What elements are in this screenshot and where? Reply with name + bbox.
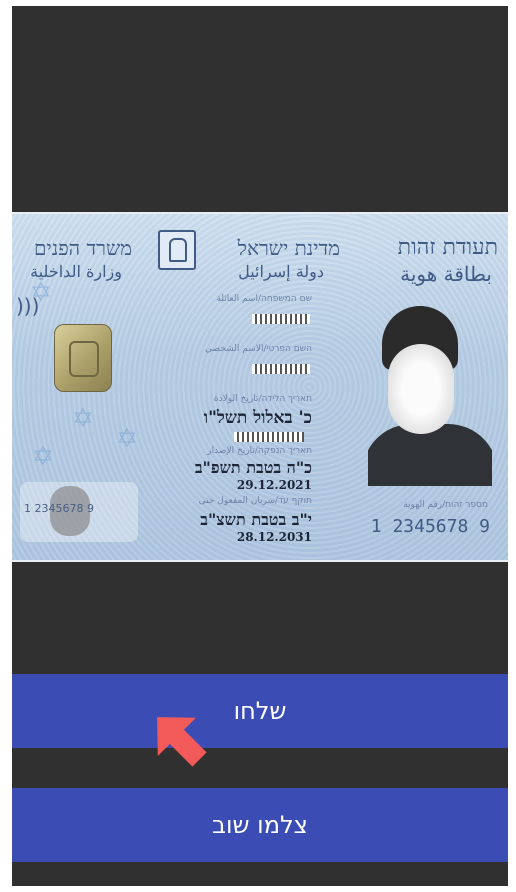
ghost-id-number: 1 2345678 9 bbox=[24, 502, 94, 515]
star-watermark-icon: ✡ bbox=[116, 424, 138, 454]
ghost-image: 1 2345678 9 bbox=[20, 482, 138, 542]
issue-date: 29.12.2021 bbox=[236, 478, 312, 492]
ministry-name-hebrew: משרד הפנים bbox=[33, 236, 132, 260]
blurred-face bbox=[388, 344, 454, 434]
state-name-hebrew: מדינת ישראל bbox=[237, 236, 340, 260]
label-expiry-date: תוקף עד/سريان المفعول حتى bbox=[198, 496, 312, 506]
star-watermark-icon: ✡ bbox=[72, 404, 94, 434]
send-button-label: שלחו bbox=[233, 697, 287, 725]
state-name-arabic: دولة إسرائيل bbox=[238, 262, 324, 281]
label-id-number: מספר זהות/رقم الهوية bbox=[403, 500, 488, 510]
redacted-birth-date bbox=[234, 432, 304, 442]
pointer-arrow-icon bbox=[157, 717, 207, 767]
holder-photo bbox=[368, 306, 492, 486]
card-title-arabic: بطاقة هوية bbox=[400, 262, 492, 286]
send-button[interactable]: שלחו bbox=[12, 674, 508, 748]
birth-date-hebrew: כ' באלול תשל"ו bbox=[203, 408, 312, 428]
star-watermark-icon: ✡ bbox=[32, 442, 54, 472]
label-issue-date: תאריך הנפקה/تاريخ الإصدار bbox=[207, 446, 312, 456]
app-screen: ✡ ✡ ✡ ✡ תעודת זהות بطاقة هوية מדינת ישרא… bbox=[12, 6, 508, 886]
label-birth-date: תאריך הלידה/تاريخ الولادة bbox=[213, 394, 312, 404]
expiry-date: 28.12.2031 bbox=[236, 530, 312, 544]
label-given-name: השם הפרטי/الاسم الشخصي bbox=[205, 344, 312, 354]
expiry-date-hebrew: י"ב בטבת תשצ"ב bbox=[200, 510, 312, 529]
card-title-hebrew: תעודת זהות bbox=[397, 235, 498, 260]
label-family-name: שם המשפחה/اسم العائلة bbox=[216, 294, 312, 304]
state-emblem-icon bbox=[158, 230, 196, 270]
redacted-family-name bbox=[252, 314, 310, 324]
id-card-photo: ✡ ✡ ✡ ✡ תעודת זהות بطاقة هوية מדינת ישרא… bbox=[12, 212, 508, 562]
redacted-given-name bbox=[252, 364, 310, 374]
issue-date-hebrew: כ"ה בטבת תשפ"ב bbox=[194, 458, 312, 477]
retake-button[interactable]: צלמו שוב bbox=[12, 788, 508, 862]
smart-chip-icon bbox=[54, 324, 112, 392]
contactless-icon: ))) bbox=[16, 294, 40, 318]
id-number: 1 2345678 9 bbox=[370, 516, 490, 537]
ministry-name-arabic: وزارة الداخلية bbox=[30, 262, 122, 281]
retake-button-label: צלמו שוב bbox=[212, 811, 308, 839]
